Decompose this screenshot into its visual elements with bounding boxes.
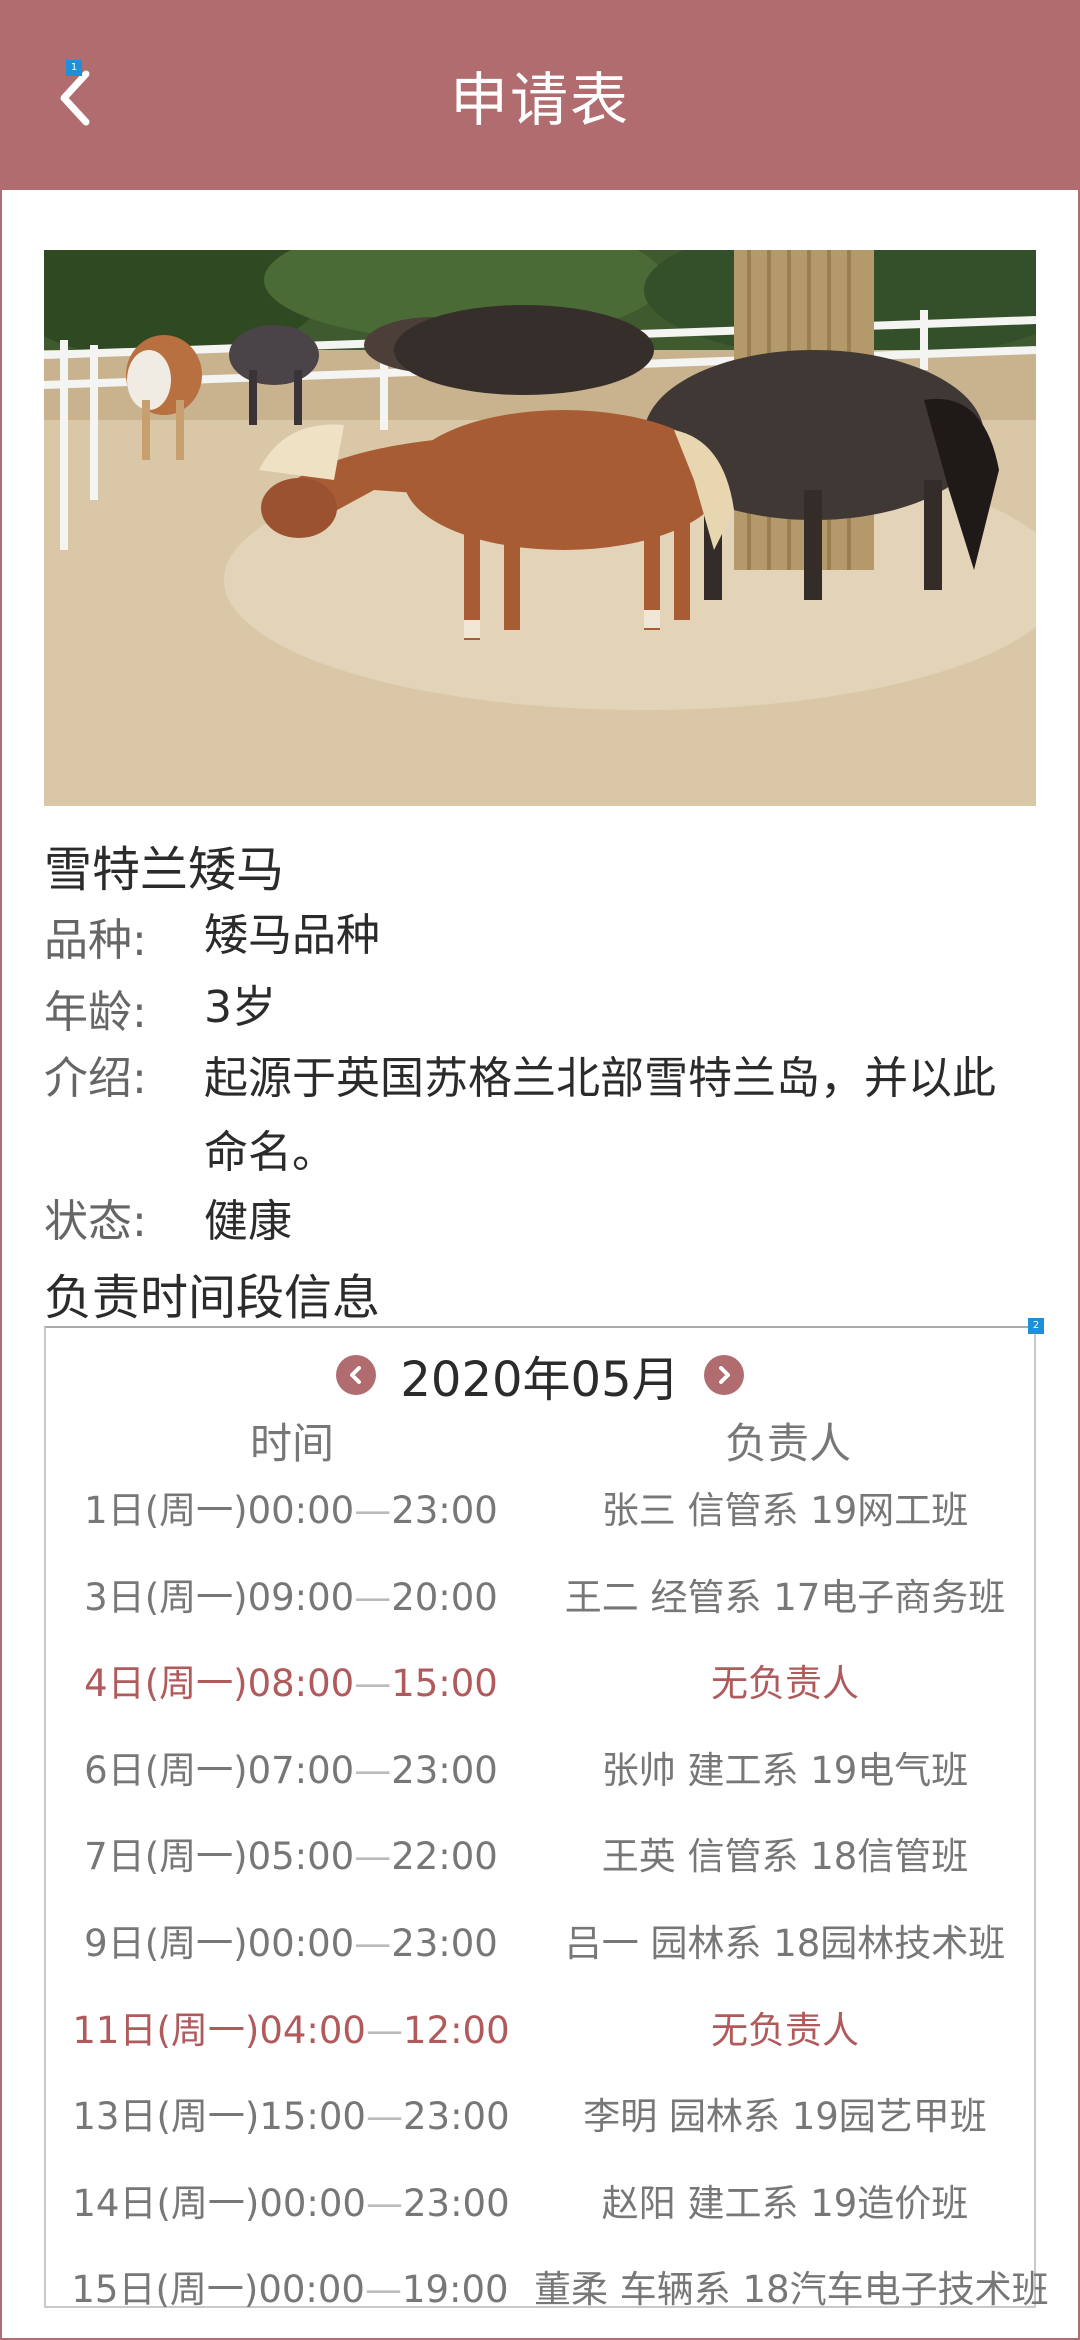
time-start: 00:00	[259, 2181, 366, 2225]
table-row: 11日(周一)04:00—12:00 无负责人	[46, 1984, 1034, 2070]
time-day: 3日(周一)	[84, 1575, 248, 1619]
intro-value: 起源于英国苏格兰北部雪特兰岛，并以此命名。	[204, 1053, 996, 1178]
age-value: 3岁	[204, 982, 276, 1033]
time-cell: 11日(周一)04:00—12:00	[46, 2000, 536, 2054]
person-cell: 王英 信管系 18信管班	[601, 1835, 969, 1879]
time-separator: —	[354, 1662, 392, 1706]
table-row: 1日(周一)00:00—23:00 张三 信管系 19网工班	[46, 1464, 1034, 1550]
time-separator: —	[354, 1575, 392, 1619]
time-cell: 3日(周一)09:00—20:00	[46, 1567, 536, 1621]
time-separator: —	[365, 2008, 403, 2052]
person-cell: 李明 园林系 19园艺甲班	[583, 2095, 987, 2139]
time-cell: 1日(周一)00:00—23:00	[46, 1480, 536, 1534]
annotation-marker: 1	[66, 60, 82, 76]
time-start: 08:00	[247, 1662, 355, 1706]
chevron-left-icon	[350, 1366, 362, 1384]
breed-label: 品种:	[44, 915, 147, 966]
time-start: 05:00	[247, 1835, 355, 1879]
time-cell: 13日(周一)15:00—23:00	[46, 2086, 536, 2140]
person-cell: 无负责人	[711, 2008, 859, 2052]
person-cell: 张三 信管系 19网工班	[601, 1489, 969, 1532]
table-row: 15日(周一)00:00—19:00 董柔 车辆系 18汽车电子技术班	[46, 2243, 1049, 2329]
column-header-time: 时间	[249, 1419, 334, 1468]
table-row: 6日(周一)07:00—23:00 张帅 建工系 19电气班	[46, 1724, 1034, 1810]
section-title: 负责时间段信息	[44, 1270, 381, 1326]
info-row-intro: 介绍: 起源于英国苏格兰北部雪特兰岛，并以此命名。	[44, 1042, 1034, 1190]
time-separator: —	[364, 2268, 402, 2312]
age-label: 年龄:	[44, 987, 147, 1038]
time-start: 00:00	[258, 2268, 365, 2312]
page-title: 申请表	[449, 66, 630, 134]
table-row: 13日(周一)15:00—23:00 李明 园林系 19园艺甲班	[46, 2070, 1034, 2156]
column-header-person: 负责人	[724, 1419, 851, 1468]
time-cell: 4日(周一)08:00—15:00	[46, 1653, 536, 1707]
person-cell: 董柔 车辆系 18汽车电子技术班	[534, 2268, 1049, 2312]
time-end: 12:00	[402, 2008, 510, 2052]
info-row-status: 状态: 健康	[44, 1190, 1034, 1254]
time-end: 23:00	[391, 1748, 498, 1792]
person-cell: 王二 经管系 17电子商务班	[564, 1575, 1006, 1619]
app-header: 1 申请表	[0, 0, 1080, 190]
intro-label: 介绍:	[44, 1053, 147, 1104]
person-cell: 张帅 建工系 19电气班	[601, 1748, 969, 1792]
time-day: 9日(周一)	[84, 1922, 248, 1965]
time-separator: —	[354, 1922, 392, 1965]
time-start: 15:00	[259, 2095, 366, 2139]
info-row-breed: 品种: 矮马品种	[44, 904, 1034, 968]
time-separator: —	[354, 1748, 392, 1792]
month-navigation: 2020年05月	[46, 1340, 1034, 1410]
animal-name: 雪特兰矮马	[44, 842, 285, 898]
time-start: 07:00	[247, 1748, 355, 1792]
time-cell: 6日(周一)07:00—23:00	[46, 1740, 536, 1794]
time-day: 1日(周一)	[84, 1489, 248, 1532]
time-end: 23:00	[391, 1489, 498, 1532]
time-end: 22:00	[391, 1835, 498, 1879]
breed-value: 矮马品种	[204, 910, 380, 961]
time-separator: —	[354, 1835, 392, 1879]
table-row: 7日(周一)05:00—22:00 王英 信管系 18信管班	[46, 1810, 1034, 1896]
time-start: 00:00	[247, 1489, 355, 1532]
status-value: 健康	[204, 1196, 292, 1247]
animal-photo	[44, 250, 1036, 806]
person-cell: 无负责人	[711, 1662, 859, 1706]
table-row: 4日(周一)08:00—15:00 无负责人	[46, 1637, 1034, 1723]
time-start: 09:00	[247, 1575, 355, 1619]
next-month-button[interactable]	[703, 1355, 744, 1395]
table-row: 9日(周一)00:00—23:00 吕一 园林系 18园林技术班	[46, 1897, 1034, 1983]
annotation-marker: 2	[1028, 1318, 1044, 1334]
time-day: 4日(周一)	[84, 1662, 248, 1706]
time-day: 14日(周一)	[72, 2181, 260, 2225]
time-end: 23:00	[402, 2095, 510, 2139]
time-separator: —	[354, 1489, 392, 1532]
person-cell: 吕一 园林系 18园林技术班	[564, 1922, 1006, 1965]
time-end: 15:00	[391, 1662, 498, 1706]
chevron-right-icon	[718, 1366, 730, 1384]
status-label: 状态:	[44, 1196, 147, 1247]
time-cell: 14日(周一)00:00—23:00	[46, 2173, 536, 2227]
time-day: 11日(周一)	[72, 2008, 260, 2052]
person-cell: 赵阳 建工系 19造价班	[601, 2181, 969, 2225]
chevron-left-icon	[60, 70, 90, 126]
time-day: 15日(周一)	[71, 2268, 259, 2312]
time-end: 23:00	[402, 2181, 510, 2225]
table-row: 3日(周一)09:00—20:00 王二 经管系 17电子商务班	[46, 1551, 1034, 1637]
time-cell: 7日(周一)05:00—22:00	[46, 1826, 536, 1880]
month-label: 2020年05月	[400, 1352, 680, 1408]
time-cell: 9日(周一)00:00—23:00	[46, 1913, 536, 1967]
time-day: 13日(周一)	[72, 2095, 260, 2139]
prev-month-button[interactable]	[336, 1355, 377, 1395]
time-start: 04:00	[259, 2008, 366, 2052]
time-end: 23:00	[391, 1922, 498, 1965]
schedule-calendar: 2020年05月 时间 负责人 1日(周一)00:00—23:00 张三 信管系 …	[44, 1326, 1049, 2311]
time-end: 20:00	[391, 1575, 498, 1619]
time-day: 7日(周一)	[84, 1835, 248, 1879]
time-end: 19:00	[401, 2268, 509, 2312]
time-cell: 15日(周一)00:00—19:00	[46, 2259, 534, 2313]
time-start: 00:00	[247, 1922, 355, 1965]
time-separator: —	[365, 2181, 403, 2225]
info-row-age: 年龄: 3岁	[44, 976, 1034, 1040]
time-separator: —	[365, 2095, 403, 2139]
time-day: 6日(周一)	[84, 1748, 248, 1792]
table-row: 14日(周一)00:00—23:00 赵阳 建工系 19造价班	[46, 2157, 1034, 2243]
